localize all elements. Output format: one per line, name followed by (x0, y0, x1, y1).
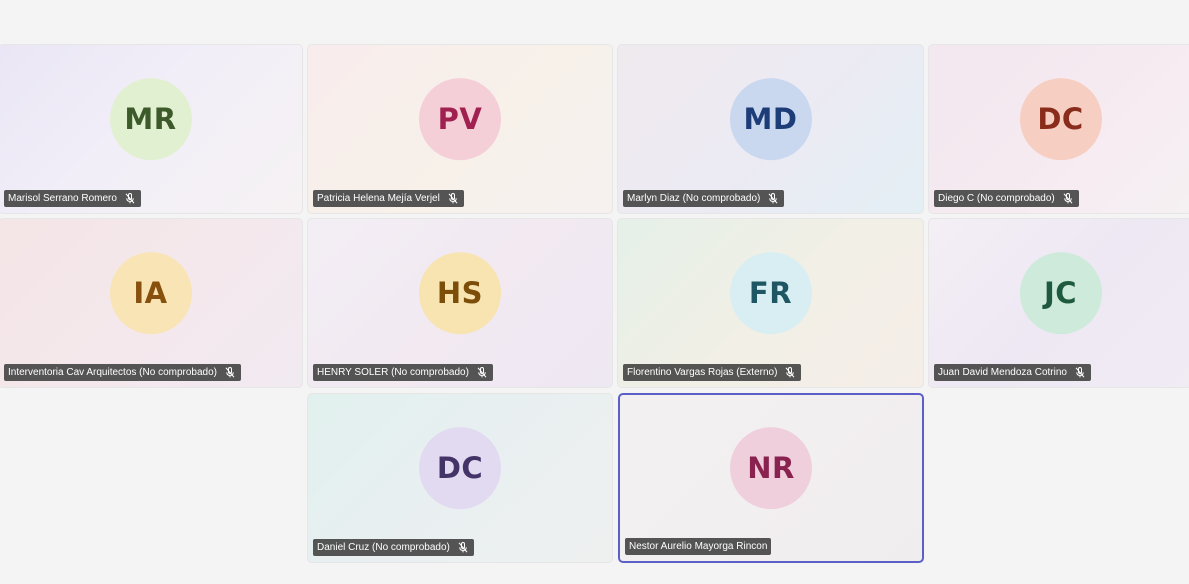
participant-name: Diego C (No comprobado) (938, 193, 1055, 204)
participant-avatar: MR (109, 78, 192, 161)
participant-avatar: DC (419, 427, 501, 510)
participant-name: Nestor Aurelio Mayorga Rincon (629, 541, 768, 552)
participant-name: Patricia Helena Mejía Verjel (317, 193, 440, 204)
participant-tile[interactable]: DC Diego C (No comprobado) (928, 44, 1189, 214)
participant-name-label: HENRY SOLER (No comprobado) (313, 364, 493, 381)
participant-tile[interactable]: FR Florentino Vargas Rojas (Externo) (617, 218, 924, 388)
participant-name-label: Diego C (No comprobado) (934, 190, 1079, 207)
participant-avatar: FR (729, 252, 812, 335)
participant-avatar: IA (109, 252, 192, 335)
participant-tile[interactable]: MD Marlyn Diaz (No comprobado) (617, 44, 924, 214)
participant-avatar: DC (1019, 78, 1102, 161)
participant-tile[interactable]: NR Nestor Aurelio Mayorga Rincon (618, 393, 924, 563)
participant-name: Marisol Serrano Romero (8, 193, 117, 204)
participant-name-label: Nestor Aurelio Mayorga Rincon (625, 538, 772, 555)
mic-muted-icon (125, 193, 135, 204)
participant-avatar: JC (1019, 252, 1102, 335)
participant-tile[interactable]: PV Patricia Helena Mejía Verjel (307, 44, 613, 214)
participant-name-label: Florentino Vargas Rojas (Externo) (623, 364, 802, 381)
mic-muted-icon (768, 193, 778, 204)
participant-name: Daniel Cruz (No comprobado) (317, 542, 450, 553)
mic-muted-icon (458, 542, 468, 553)
participant-avatar: PV (419, 78, 501, 161)
participant-tile[interactable]: HS HENRY SOLER (No comprobado) (307, 218, 613, 388)
participant-name-label: Daniel Cruz (No comprobado) (313, 539, 474, 556)
participant-name-label: Patricia Helena Mejía Verjel (313, 190, 464, 207)
participant-avatar: HS (419, 252, 501, 335)
participant-tile[interactable]: MR Marisol Serrano Romero (0, 44, 303, 214)
participant-tile[interactable]: IA Interventoria Cav Arquitectos (No comp… (0, 218, 303, 388)
participant-tile[interactable]: JC Juan David Mendoza Cotrino (928, 218, 1189, 388)
participant-name: HENRY SOLER (No comprobado) (317, 367, 469, 378)
participant-tile[interactable]: DC Daniel Cruz (No comprobado) (307, 393, 613, 563)
mic-muted-icon (1075, 367, 1085, 378)
mic-muted-icon (1063, 193, 1073, 204)
mic-muted-icon (225, 367, 235, 378)
mic-muted-icon (448, 193, 458, 204)
participant-name: Florentino Vargas Rojas (Externo) (627, 367, 778, 378)
mic-muted-icon (785, 367, 795, 378)
participant-name-label: Interventoria Cav Arquitectos (No compro… (4, 364, 241, 381)
mic-muted-icon (477, 367, 487, 378)
participant-avatar: NR (730, 427, 812, 510)
participant-name: Interventoria Cav Arquitectos (No compro… (8, 367, 217, 378)
participant-name: Marlyn Diaz (No comprobado) (627, 193, 761, 204)
participant-name: Juan David Mendoza Cotrino (938, 367, 1067, 378)
participant-avatar: MD (729, 78, 812, 161)
participant-name-label: Marisol Serrano Romero (4, 190, 141, 207)
participant-name-label: Marlyn Diaz (No comprobado) (623, 190, 785, 207)
participant-name-label: Juan David Mendoza Cotrino (934, 364, 1091, 381)
